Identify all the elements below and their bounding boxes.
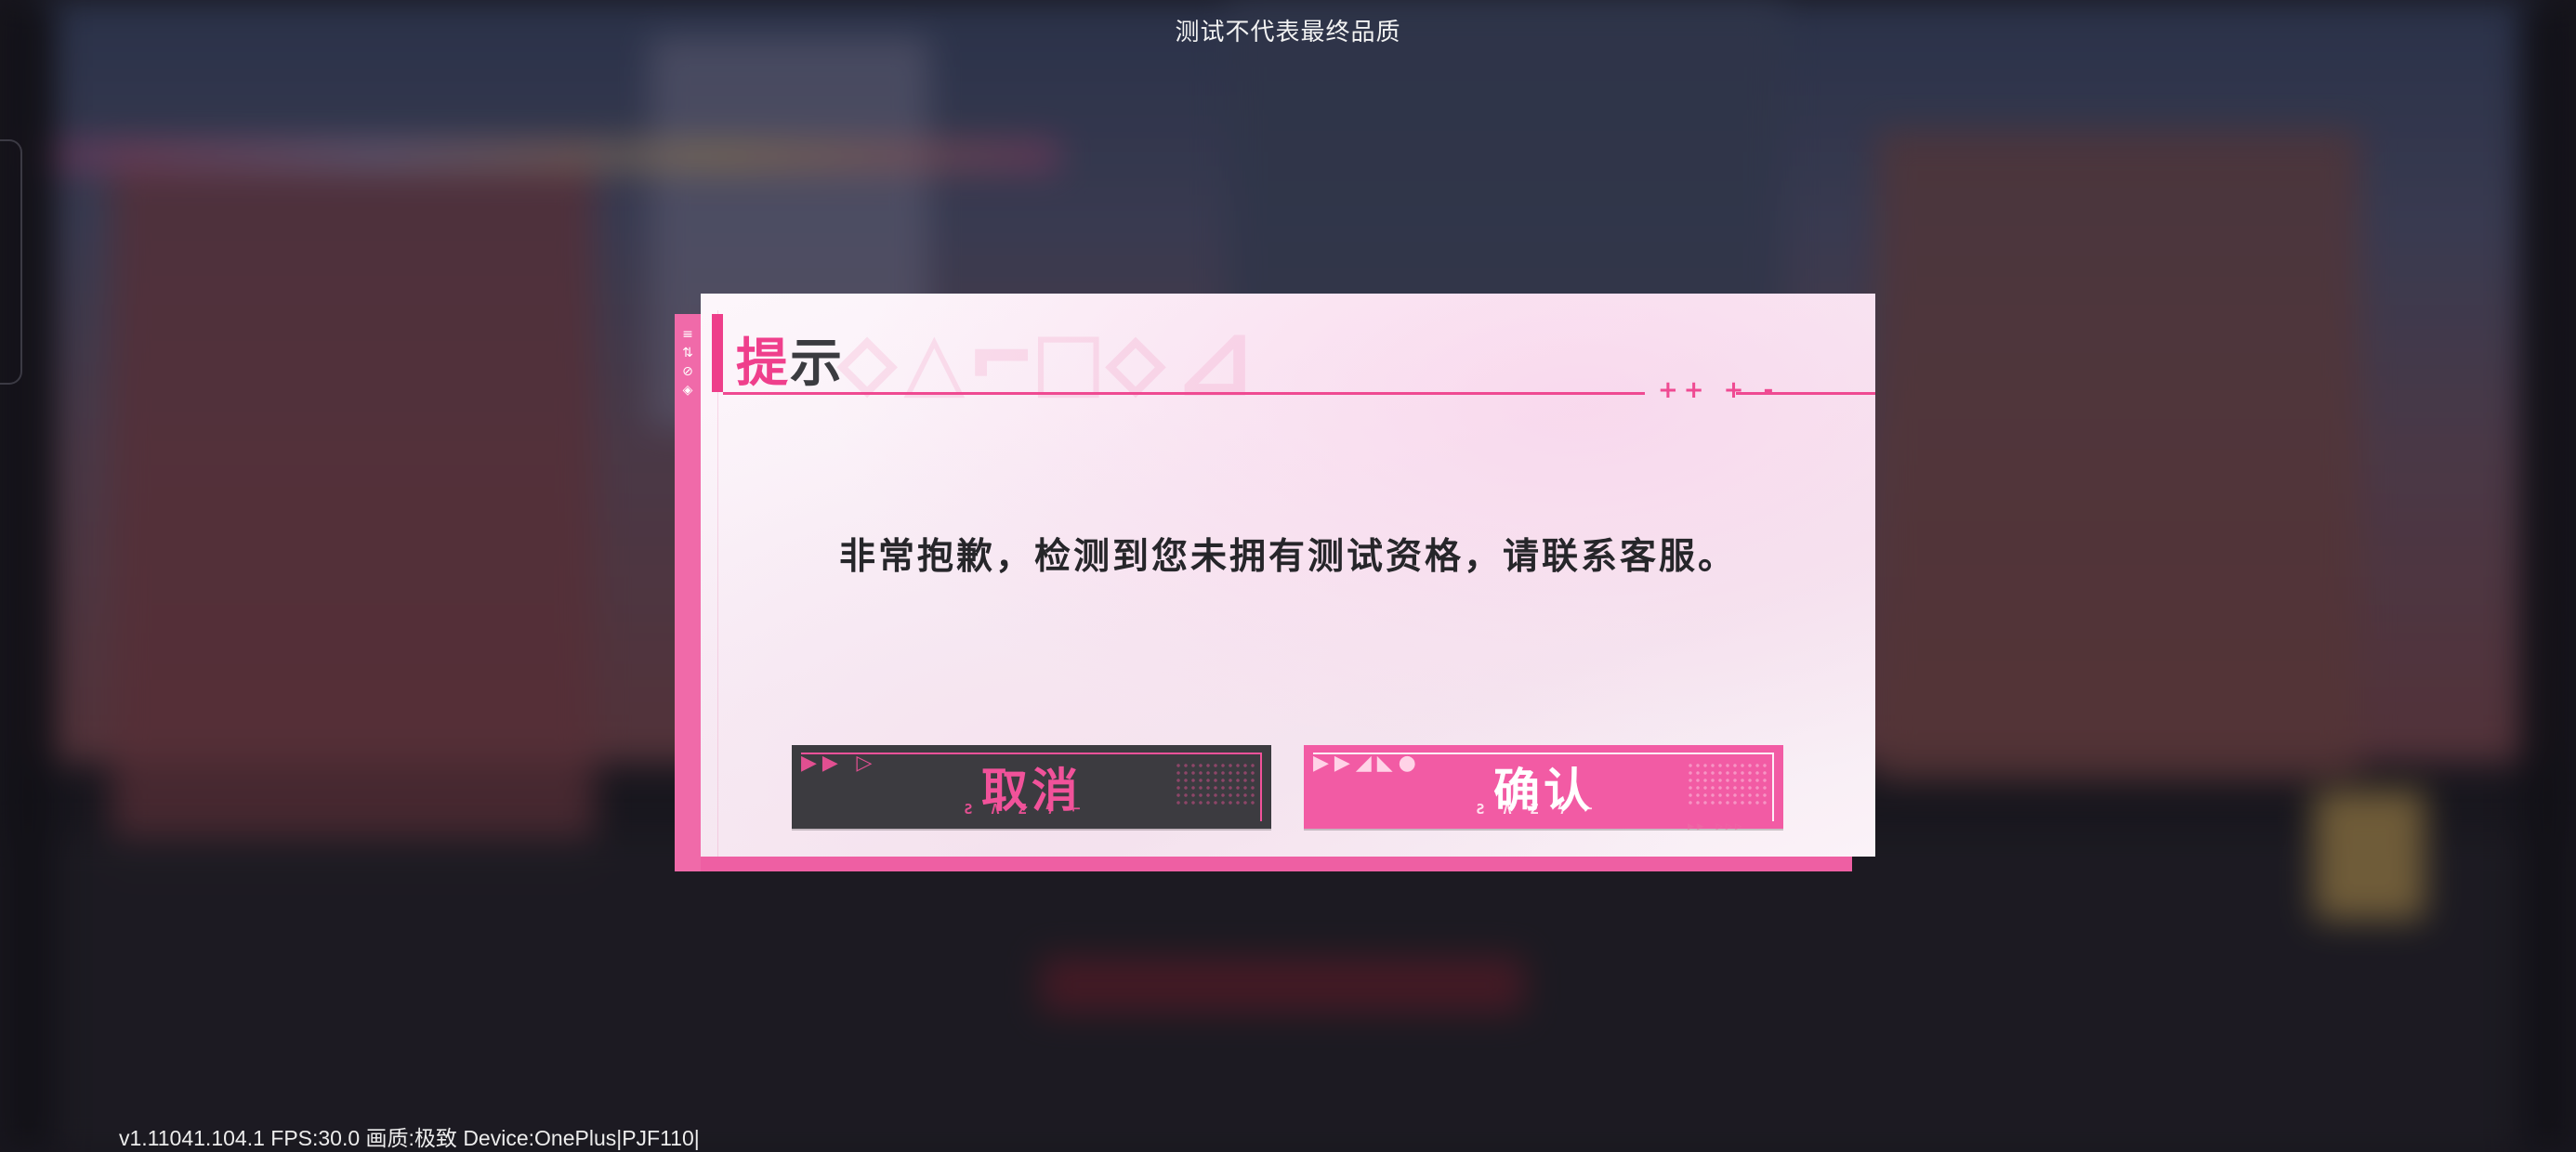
- cancel-button[interactable]: ▶▶ ▷ 取消 ƧΛΖϟ⌐: [792, 745, 1271, 829]
- dialog-title-rest: 示: [790, 333, 844, 394]
- dot-pattern: [1687, 762, 1770, 806]
- corner-deco-arrows: ▶▶ ▷▷▷: [1688, 819, 1745, 832]
- dialog-title: 提示: [736, 321, 844, 397]
- spine-deco-text: [677, 427, 694, 567]
- confirm-button[interactable]: ▶▶◢◣● 确认 ƧΛΖϟ⌐: [1304, 745, 1783, 829]
- confirm-button-label: 确认: [1493, 763, 1594, 818]
- side-edge-tab: [0, 139, 22, 385]
- debug-status-bar: v1.11041.104.1 FPS:30.0 画质:极致 Device:One…: [119, 1126, 700, 1150]
- title-divider-end: [1736, 392, 1875, 395]
- title-divider-marks: ++ + -: [1658, 376, 1780, 404]
- title-divider: [723, 392, 1645, 395]
- title-accent-bar: [712, 314, 723, 392]
- dialog-title-accent: 提: [736, 333, 790, 394]
- test-watermark: 测试不代表最终品质: [1175, 19, 1401, 46]
- dialog-message: 非常抱歉，检测到您未拥有测试资格，请联系客服。: [838, 536, 1737, 578]
- cancel-button-label: 取消: [981, 763, 1082, 818]
- title-background-deco: ◇△⌐□◇⊿: [836, 299, 1264, 418]
- spine-icons: ≡ ⇅ ⊘ ◈: [682, 327, 693, 398]
- play-arrows-icon: ▶▶◢◣●: [1313, 751, 1422, 775]
- play-arrows-icon: ▶▶ ▷: [801, 751, 878, 775]
- dot-pattern: [1175, 762, 1258, 806]
